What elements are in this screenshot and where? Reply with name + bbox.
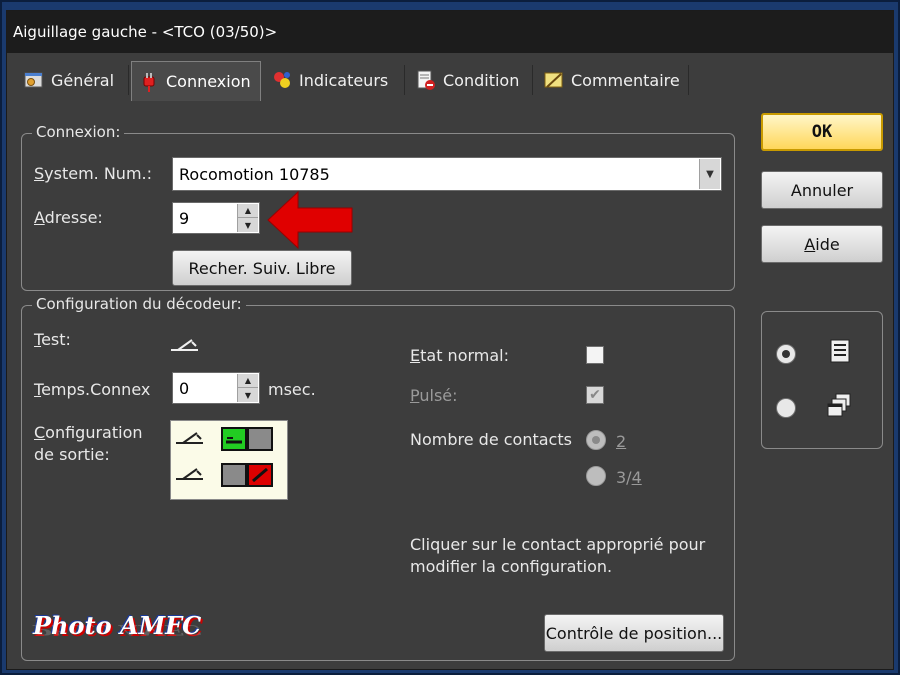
view-options-group xyxy=(761,311,883,449)
tab-label: Indicateurs xyxy=(299,70,389,90)
tab-label: Commentaire xyxy=(571,70,680,90)
contact-2[interactable] xyxy=(247,427,273,451)
pulse-label: Pulsé: xyxy=(410,386,458,405)
contacts-2-radio[interactable] xyxy=(586,430,606,450)
address-stepper[interactable]: 9 ▲ ▼ xyxy=(172,202,260,234)
temps-connex-value: 0 xyxy=(179,378,190,398)
tab-label: Général xyxy=(51,70,115,90)
list-icon xyxy=(830,339,850,363)
temps-unit: msec. xyxy=(268,380,316,399)
ok-button[interactable]: OK xyxy=(761,113,883,151)
contacts-34-radio[interactable] xyxy=(586,466,606,486)
temps-connex-stepper[interactable]: 0 ▲ ▼ xyxy=(172,372,260,404)
help-button[interactable]: Aide xyxy=(761,225,883,263)
comment-icon xyxy=(543,69,565,91)
temps-spin[interactable]: ▲ ▼ xyxy=(237,374,258,402)
tab-commentaire[interactable]: Commentaire xyxy=(537,65,689,95)
view-list-radio[interactable] xyxy=(776,344,796,364)
gear-window-icon xyxy=(23,69,45,91)
tab-condition[interactable]: Condition xyxy=(409,65,533,95)
cascade-windows-icon xyxy=(827,393,851,417)
outer-frame: Aiguillage gauche - <TCO (03/50)> Généra… xyxy=(0,0,900,675)
cancel-button[interactable]: Annuler xyxy=(761,171,883,209)
pulse-checkbox[interactable]: ✔ xyxy=(586,386,604,404)
dialog-window: Aiguillage gauche - <TCO (03/50)> Généra… xyxy=(6,10,894,670)
photo-watermark-reflection: Photo AMFC xyxy=(33,621,202,639)
position-control-button[interactable]: Contrôle de position... xyxy=(544,614,724,652)
contact-3[interactable] xyxy=(221,463,247,487)
temps-connex-label: Temps.Connex xyxy=(34,380,151,399)
connexion-group: Connexion: System. Num.: Rocomotion 1078… xyxy=(21,123,735,291)
contacts-2-label: 2 xyxy=(616,432,627,451)
tab-label: Condition xyxy=(443,70,520,90)
system-num-label: System. Num.: xyxy=(34,164,153,183)
contacts-count-label: Nombre de contacts xyxy=(410,430,572,449)
tab-connexion[interactable]: Connexion xyxy=(131,61,261,101)
tab-general[interactable]: Général xyxy=(17,65,129,95)
chevron-down-icon[interactable]: ▼ xyxy=(699,159,720,189)
contact-1-active[interactable] xyxy=(221,427,247,451)
switch-diverge-icon xyxy=(176,468,203,480)
tab-indicateurs[interactable]: Indicateurs xyxy=(265,65,405,95)
etat-normal-label: Etat normal: xyxy=(410,346,509,365)
decoder-legend: Configuration du décodeur: xyxy=(32,295,246,313)
window-title: Aiguillage gauche - <TCO (03/50)> xyxy=(13,23,278,41)
etat-normal-checkbox[interactable] xyxy=(586,346,604,364)
spin-up-icon[interactable]: ▲ xyxy=(238,204,258,218)
contacts-34-label: 3/4 xyxy=(616,468,642,487)
address-value: 9 xyxy=(179,208,190,228)
indicator-icon xyxy=(271,69,293,91)
system-num-select[interactable]: Rocomotion 10785 ▼ xyxy=(172,157,722,191)
config-hint: Cliquer sur le contact approprié pour mod… xyxy=(410,535,706,576)
spin-down-icon[interactable]: ▼ xyxy=(238,388,258,402)
test-label: Test: xyxy=(34,330,71,349)
config-sortie-box xyxy=(170,420,288,500)
spin-down-icon[interactable]: ▼ xyxy=(238,218,258,232)
search-free-button[interactable]: Recher. Suiv. Libre xyxy=(172,250,352,286)
plug-icon xyxy=(138,71,160,93)
contact-4-active[interactable] xyxy=(247,463,273,487)
address-label: Adresse: xyxy=(34,208,103,227)
config-sortie-label: Configuration de sortie: xyxy=(34,423,143,464)
address-spin[interactable]: ▲ ▼ xyxy=(237,204,258,232)
title-bar[interactable]: Aiguillage gauche - <TCO (03/50)> xyxy=(7,11,893,53)
tab-strip: Général Connexion Indicateurs Condition … xyxy=(7,57,707,105)
decoder-group: Configuration du décodeur: Test: Temps.C… xyxy=(21,295,735,661)
switch-test-icon[interactable] xyxy=(170,336,200,354)
connexion-legend: Connexion: xyxy=(32,123,125,141)
system-num-value: Rocomotion 10785 xyxy=(179,164,330,184)
condition-icon xyxy=(415,69,437,91)
switch-straight-icon xyxy=(176,432,203,444)
tab-label: Connexion xyxy=(166,72,251,91)
view-cascade-radio[interactable] xyxy=(776,398,796,418)
red-arrow-annotation xyxy=(267,190,353,250)
spin-up-icon[interactable]: ▲ xyxy=(238,374,258,388)
